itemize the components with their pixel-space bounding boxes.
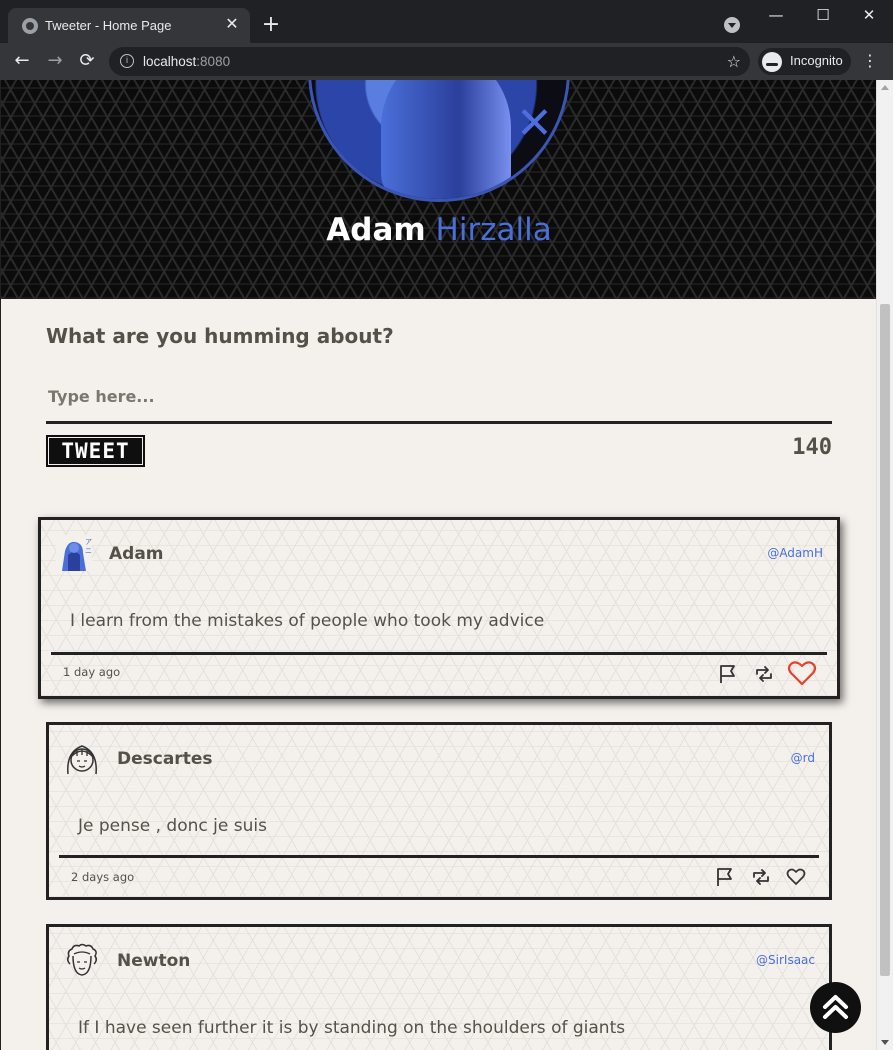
- profile-header: ✕ Adam Hirzalla: [1, 80, 877, 299]
- tweet-text: If I have seen further it is by standing…: [78, 1018, 626, 1038]
- tweet-author-name: Adam: [109, 544, 164, 564]
- page-viewport: ✕ Adam Hirzalla What are you humming abo…: [0, 80, 893, 1050]
- tweet-date: 1 day ago: [63, 665, 121, 679]
- maximize-button[interactable]: ☐: [813, 6, 833, 24]
- tab-search-icon[interactable]: [724, 17, 740, 33]
- forward-arrow-icon[interactable]: →: [43, 49, 67, 73]
- browser-menu-icon[interactable]: ⋮: [862, 51, 878, 70]
- scroll-up-arrow-icon[interactable]: [881, 85, 889, 90]
- tweet-author-handle[interactable]: @rd: [791, 751, 815, 765]
- tweet-author-handle[interactable]: @SirIsaac: [756, 953, 815, 967]
- back-arrow-icon[interactable]: ←: [10, 49, 34, 73]
- tab-title: Tweeter - Home Page: [45, 18, 172, 33]
- browser-toolbar: ← → ⟳ i localhost:8080 ☆ Incognito ⋮: [0, 43, 893, 80]
- tweet-text: I learn from the mistakes of people who …: [70, 611, 545, 631]
- tweet-text: Je pense , donc je suis: [78, 816, 267, 836]
- tweet-card: ア ニ Adam @AdamH I learn from the mistake…: [38, 517, 840, 699]
- tweet-divider: [51, 652, 827, 655]
- tweet-author-name: Newton: [117, 951, 191, 971]
- tweet-author-name: Descartes: [117, 749, 213, 769]
- tweet-actions: [714, 863, 819, 893]
- page-scrollbar[interactable]: [876, 80, 893, 1050]
- address-bar[interactable]: i localhost:8080 ☆: [109, 47, 750, 76]
- tweet-author-handle[interactable]: @AdamH: [767, 546, 823, 560]
- retweet-icon[interactable]: [750, 866, 772, 888]
- url-text: localhost:8080: [143, 54, 231, 69]
- tweet-button[interactable]: TWEET: [46, 435, 145, 467]
- incognito-label: Incognito: [790, 53, 843, 68]
- compose-question: What are you humming about?: [46, 324, 394, 348]
- tweet-actions: [717, 658, 827, 688]
- double-chevron-up-icon: [823, 995, 848, 1019]
- heart-icon[interactable]: [786, 867, 806, 887]
- tweet-card: Newton @SirIsaac If I have seen further …: [46, 924, 832, 1050]
- tweet-divider: [59, 855, 819, 858]
- girl-avatar-icon: [67, 745, 97, 775]
- tweet-date: 2 days ago: [71, 870, 135, 884]
- heart-icon[interactable]: [787, 659, 817, 687]
- tweet-input[interactable]: [46, 372, 832, 424]
- incognito-icon: [762, 52, 782, 72]
- globe-icon: [22, 18, 38, 34]
- profile-last-name: Hirzalla: [435, 212, 552, 248]
- profile-first-name: Adam: [326, 212, 426, 248]
- anime-avatar-icon: ア ニ: [56, 535, 92, 571]
- scroll-to-top-button[interactable]: [810, 982, 861, 1033]
- profile-avatar: ✕: [308, 80, 570, 202]
- browser-tab[interactable]: Tweeter - Home Page ✕: [8, 8, 250, 43]
- flag-icon[interactable]: [717, 663, 739, 685]
- x-mark-icon: ✕: [516, 98, 553, 149]
- tweet-card: Descartes @rd Je pense , donc je suis 2 …: [46, 722, 832, 900]
- scroll-down-arrow-icon[interactable]: [881, 1040, 889, 1045]
- minimize-button[interactable]: —: [766, 6, 786, 24]
- close-tab-icon[interactable]: ✕: [222, 14, 242, 34]
- new-tab-button[interactable]: +: [258, 12, 284, 38]
- svg-text:ニ: ニ: [85, 547, 92, 555]
- scrollbar-thumb[interactable]: [880, 304, 890, 976]
- close-window-button[interactable]: ✕: [859, 6, 879, 24]
- profile-name: Adam Hirzalla: [1, 212, 877, 248]
- retweet-icon[interactable]: [753, 663, 775, 685]
- anime-figure-image: [381, 80, 511, 199]
- info-icon[interactable]: i: [120, 54, 134, 68]
- compose-section: What are you humming about? TWEET 140: [46, 324, 832, 467]
- reload-icon[interactable]: ⟳: [75, 49, 99, 73]
- character-counter: 140: [792, 435, 832, 460]
- svg-text:ア: ア: [85, 538, 92, 546]
- incognito-badge[interactable]: Incognito: [758, 48, 851, 75]
- curly-hair-avatar-icon: [66, 943, 98, 976]
- browser-titlebar: Tweeter - Home Page ✕ + — ☐ ✕: [0, 0, 893, 43]
- bookmark-star-icon[interactable]: ☆: [727, 52, 741, 71]
- flag-icon[interactable]: [714, 866, 736, 888]
